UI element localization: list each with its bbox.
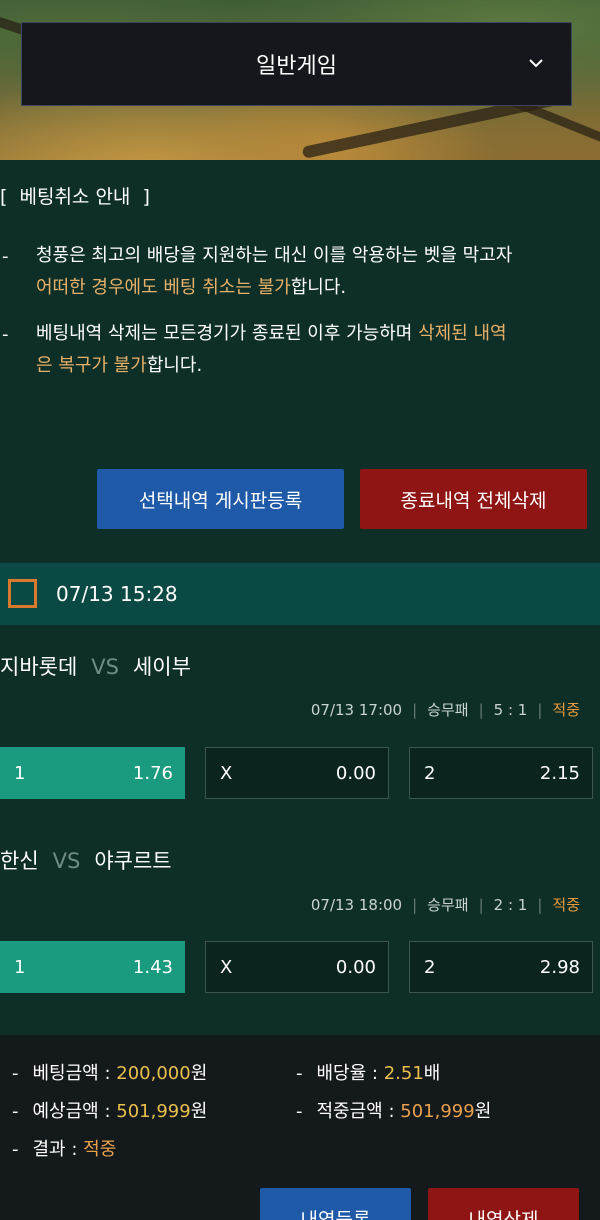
notice-text: 베팅내역 삭제는 모든경기가 종료된 이후 가능하며 [36,323,419,344]
bullet-dash: - [2,246,9,267]
bullet-dash: - [12,1063,19,1084]
bullet-dash: - [296,1063,303,1084]
odd-value: 1.43 [132,956,173,978]
expected-amount-row: - 예상금액 : 501,999원 [12,1097,207,1123]
header-banner: 일반게임 [0,0,600,160]
odds-rate-unit: 배 [423,1063,441,1084]
delete-finished-button[interactable]: 종료내역 전체삭제 [360,469,587,529]
match-meta: 07/13 17:00 | 승무패 | 5 : 1 | 적중 [311,699,580,720]
notice-item-1: 청풍은 최고의 배당을 지원하는 대신 이를 악용하는 벳을 막고자 어떠한 경… [36,240,586,304]
bet-amount-value: 200,000 [116,1063,191,1084]
register-selection-button[interactable]: 선택내역 게시판등록 [97,469,344,529]
odd-draw[interactable]: X 0.00 [205,941,389,993]
match-score: 2 : 1 [493,895,528,914]
register-history-button[interactable]: 내역등록 [260,1188,411,1220]
match-time: 07/13 18:00 [310,895,403,914]
bet-datetime: 07/13 15:28 [56,582,178,606]
match-title: 지바롯데 VS 세이부 [0,651,191,681]
bet-amount-unit: 원 [190,1063,208,1084]
odds-rate-label: 배당율 : [316,1063,384,1084]
match-result: 적중 [552,896,580,914]
bet-summary: - 베팅금액 : 200,000원 - 배당율 : 2.51배 - 예상금액 : 50… [0,1035,600,1220]
odd-label: 1 [14,762,26,784]
odds-rate-value: 2.51 [383,1063,424,1084]
match-score: 5 : 1 [493,700,528,719]
chevron-down-icon [529,59,543,68]
odd-home-selected[interactable]: 1 1.76 [0,747,185,799]
notice-text: 합니다. [290,277,347,298]
bet-type: 승무패 [427,896,469,914]
odd-away[interactable]: 2 2.98 [409,941,593,993]
odds-rate-row: - 배당율 : 2.51배 [296,1059,440,1085]
notice-title: [ 베팅취소 안내 ] [0,186,150,208]
home-team: 지바롯데 [0,655,78,679]
expected-label: 예상금액 : [32,1101,117,1122]
hit-amount-label: 적중금액 : [316,1101,401,1122]
match-result: 적중 [552,701,580,719]
bullet-dash: - [12,1101,19,1122]
vs-label: VS [52,849,81,873]
game-type-select[interactable]: 일반게임 [21,22,572,106]
odd-label: X [220,762,233,784]
divider: | [537,700,543,719]
match-title: 한신 VS 야쿠르트 [0,845,172,875]
game-type-label: 일반게임 [256,54,337,79]
result-value: 적중 [83,1139,117,1160]
odd-label: X [220,956,233,978]
odd-home-selected[interactable]: 1 1.43 [0,941,185,993]
home-team: 한신 [0,849,39,873]
odd-draw[interactable]: X 0.00 [205,747,389,799]
away-team: 세이부 [132,655,191,679]
notice-highlight: 삭제된 내역 [418,323,507,344]
notice-section: [ 베팅취소 안내 ] - 청풍은 최고의 배당을 지원하는 대신 이를 악용하… [0,160,600,562]
divider: | [537,895,543,914]
divider: | [412,895,418,914]
notice-highlight: 은 복구가 불가 [36,355,147,376]
odd-value: 1.76 [132,762,173,784]
bullet-dash: - [2,324,9,345]
match-time: 07/13 17:00 [310,700,403,719]
odd-label: 2 [424,762,436,784]
odd-value: 2.98 [539,956,580,978]
notice-highlight: 어떠한 경우에도 베팅 취소는 불가 [36,277,291,298]
vs-label: VS [91,655,119,679]
away-team: 야쿠르트 [94,849,172,873]
bet-amount-row: - 베팅금액 : 200,000원 [12,1059,207,1085]
select-checkbox[interactable] [8,579,37,608]
divider: | [478,895,484,914]
expected-value: 501,999 [116,1101,191,1122]
notice-text: 청풍은 최고의 배당을 지원하는 대신 이를 악용하는 벳을 막고자 [36,245,513,266]
bullet-dash: - [12,1139,19,1160]
hit-amount-value: 501,999 [400,1101,475,1122]
odd-label: 2 [424,956,436,978]
result-label: 결과 : [32,1139,84,1160]
odd-away[interactable]: 2 2.15 [409,747,593,799]
expected-unit: 원 [190,1101,208,1122]
odd-value: 0.00 [335,762,376,784]
notice-item-2: 베팅내역 삭제는 모든경기가 종료된 이후 가능하며 삭제된 내역 은 복구가 … [36,318,586,382]
hit-amount-row: - 적중금액 : 501,999원 [296,1097,491,1123]
bullet-dash: - [296,1101,303,1122]
odd-value: 0.00 [335,956,376,978]
hit-amount-unit: 원 [474,1101,492,1122]
divider: | [478,700,484,719]
match-meta: 07/13 18:00 | 승무패 | 2 : 1 | 적중 [311,894,580,915]
odd-value: 2.15 [539,762,580,784]
divider: | [412,700,418,719]
notice-text: 합니다. [146,355,203,376]
result-row: - 결과 : 적중 [12,1135,116,1161]
bet-slip-header: 07/13 15:28 [0,563,600,625]
bet-amount-label: 베팅금액 : [32,1063,117,1084]
bet-type: 승무패 [427,701,469,719]
delete-history-button[interactable]: 내역삭제 [428,1188,579,1220]
odd-label: 1 [14,956,26,978]
